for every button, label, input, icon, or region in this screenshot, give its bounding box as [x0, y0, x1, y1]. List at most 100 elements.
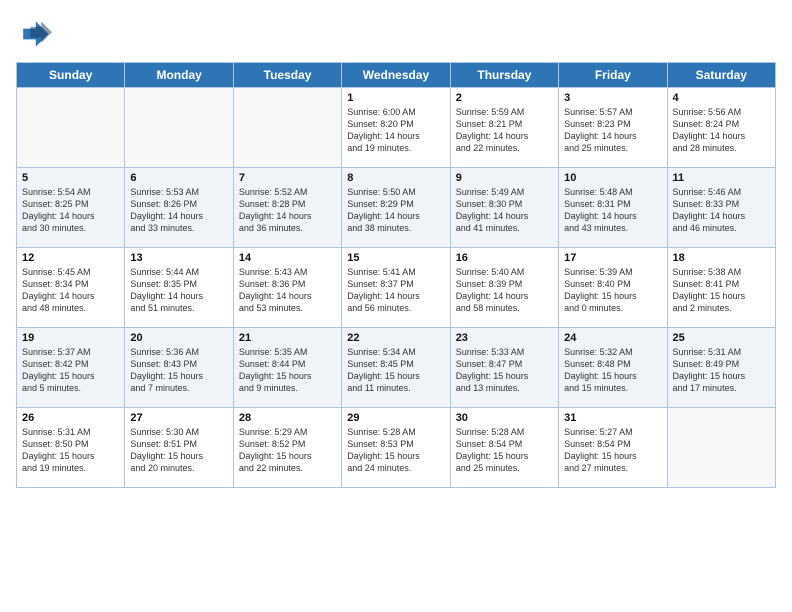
day-info: Sunrise: 5:36 AM Sunset: 8:43 PM Dayligh…: [130, 346, 227, 395]
calendar-day-cell: 11 Sunrise: 5:46 AM Sunset: 8:33 PM Dayli…: [667, 168, 775, 248]
day-info: Sunrise: 5:29 AM Sunset: 8:52 PM Dayligh…: [239, 426, 336, 475]
calendar-day-cell: 19 Sunrise: 5:37 AM Sunset: 8:42 PM Dayli…: [17, 328, 125, 408]
day-info: Sunrise: 5:39 AM Sunset: 8:40 PM Dayligh…: [564, 266, 661, 315]
day-number: 25: [673, 332, 770, 344]
calendar-day-cell: 15 Sunrise: 5:41 AM Sunset: 8:37 PM Dayli…: [342, 248, 450, 328]
logo-icon: [16, 16, 52, 52]
calendar-header-row: SundayMondayTuesdayWednesdayThursdayFrid…: [17, 63, 776, 88]
day-info: Sunrise: 5:32 AM Sunset: 8:48 PM Dayligh…: [564, 346, 661, 395]
day-info: Sunrise: 5:31 AM Sunset: 8:49 PM Dayligh…: [673, 346, 770, 395]
day-number: 11: [673, 172, 770, 184]
calendar-day-cell: [233, 88, 341, 168]
calendar-day-cell: 25 Sunrise: 5:31 AM Sunset: 8:49 PM Dayli…: [667, 328, 775, 408]
calendar-day-cell: 29 Sunrise: 5:28 AM Sunset: 8:53 PM Dayli…: [342, 408, 450, 488]
calendar-day-cell: 27 Sunrise: 5:30 AM Sunset: 8:51 PM Dayli…: [125, 408, 233, 488]
day-info: Sunrise: 5:31 AM Sunset: 8:50 PM Dayligh…: [22, 426, 119, 475]
day-number: 6: [130, 172, 227, 184]
calendar-day-cell: [17, 88, 125, 168]
calendar-week-row: 19 Sunrise: 5:37 AM Sunset: 8:42 PM Dayli…: [17, 328, 776, 408]
day-number: 12: [22, 252, 119, 264]
day-info: Sunrise: 5:45 AM Sunset: 8:34 PM Dayligh…: [22, 266, 119, 315]
day-number: 7: [239, 172, 336, 184]
calendar-day-cell: 23Sunrise: 5:33 AM Sunset: 8:47 PM Dayli…: [450, 328, 558, 408]
day-number: 8: [347, 172, 444, 184]
calendar-day-cell: 31 Sunrise: 5:27 AM Sunset: 8:54 PM Dayli…: [559, 408, 667, 488]
calendar-week-row: 1Sunrise: 6:00 AM Sunset: 8:20 PM Daylig…: [17, 88, 776, 168]
day-info: Sunrise: 5:44 AM Sunset: 8:35 PM Dayligh…: [130, 266, 227, 315]
day-number: 30: [456, 412, 553, 424]
calendar-day-cell: 22 Sunrise: 5:34 AM Sunset: 8:45 PM Dayli…: [342, 328, 450, 408]
calendar-day-cell: 20 Sunrise: 5:36 AM Sunset: 8:43 PM Dayli…: [125, 328, 233, 408]
day-info: Sunrise: 5:50 AM Sunset: 8:29 PM Dayligh…: [347, 186, 444, 235]
calendar-day-cell: 28 Sunrise: 5:29 AM Sunset: 8:52 PM Dayli…: [233, 408, 341, 488]
day-info: Sunrise: 5:40 AM Sunset: 8:39 PM Dayligh…: [456, 266, 553, 315]
day-number: 16: [456, 252, 553, 264]
calendar-day-cell: 21 Sunrise: 5:35 AM Sunset: 8:44 PM Dayli…: [233, 328, 341, 408]
day-info: Sunrise: 5:53 AM Sunset: 8:26 PM Dayligh…: [130, 186, 227, 235]
logo: [16, 16, 54, 52]
calendar-day-cell: 1Sunrise: 6:00 AM Sunset: 8:20 PM Daylig…: [342, 88, 450, 168]
day-info: Sunrise: 5:48 AM Sunset: 8:31 PM Dayligh…: [564, 186, 661, 235]
day-number: 17: [564, 252, 661, 264]
header: [16, 16, 776, 52]
calendar-day-cell: 17 Sunrise: 5:39 AM Sunset: 8:40 PM Dayli…: [559, 248, 667, 328]
day-info: Sunrise: 5:52 AM Sunset: 8:28 PM Dayligh…: [239, 186, 336, 235]
day-number: 10: [564, 172, 661, 184]
day-number: 28: [239, 412, 336, 424]
day-info: Sunrise: 5:37 AM Sunset: 8:42 PM Dayligh…: [22, 346, 119, 395]
day-number: 21: [239, 332, 336, 344]
day-number: 19: [22, 332, 119, 344]
day-of-week-header: Thursday: [450, 63, 558, 88]
day-info: Sunrise: 5:27 AM Sunset: 8:54 PM Dayligh…: [564, 426, 661, 475]
calendar-day-cell: 24 Sunrise: 5:32 AM Sunset: 8:48 PM Dayli…: [559, 328, 667, 408]
day-number: 22: [347, 332, 444, 344]
day-number: 3: [564, 92, 661, 104]
day-info: Sunrise: 5:57 AM Sunset: 8:23 PM Dayligh…: [564, 106, 661, 155]
day-info: Sunrise: 5:35 AM Sunset: 8:44 PM Dayligh…: [239, 346, 336, 395]
day-info: Sunrise: 5:30 AM Sunset: 8:51 PM Dayligh…: [130, 426, 227, 475]
calendar-day-cell: 2Sunrise: 5:59 AM Sunset: 8:21 PM Daylig…: [450, 88, 558, 168]
calendar-day-cell: 13 Sunrise: 5:44 AM Sunset: 8:35 PM Dayli…: [125, 248, 233, 328]
day-number: 14: [239, 252, 336, 264]
day-number: 4: [673, 92, 770, 104]
day-number: 2: [456, 92, 553, 104]
calendar-day-cell: 7 Sunrise: 5:52 AM Sunset: 8:28 PM Daylig…: [233, 168, 341, 248]
day-info: Sunrise: 5:33 AM Sunset: 8:47 PM Dayligh…: [456, 346, 553, 395]
day-number: 29: [347, 412, 444, 424]
day-number: 27: [130, 412, 227, 424]
calendar-day-cell: 3 Sunrise: 5:57 AM Sunset: 8:23 PM Daylig…: [559, 88, 667, 168]
day-of-week-header: Saturday: [667, 63, 775, 88]
day-info: Sunrise: 5:56 AM Sunset: 8:24 PM Dayligh…: [673, 106, 770, 155]
page: SundayMondayTuesdayWednesdayThursdayFrid…: [0, 0, 792, 498]
day-info: Sunrise: 5:46 AM Sunset: 8:33 PM Dayligh…: [673, 186, 770, 235]
calendar-week-row: 12 Sunrise: 5:45 AM Sunset: 8:34 PM Dayli…: [17, 248, 776, 328]
day-of-week-header: Monday: [125, 63, 233, 88]
day-number: 26: [22, 412, 119, 424]
day-number: 20: [130, 332, 227, 344]
day-number: 31: [564, 412, 661, 424]
calendar-day-cell: 4 Sunrise: 5:56 AM Sunset: 8:24 PM Daylig…: [667, 88, 775, 168]
day-number: 15: [347, 252, 444, 264]
calendar-week-row: 26 Sunrise: 5:31 AM Sunset: 8:50 PM Dayli…: [17, 408, 776, 488]
day-number: 24: [564, 332, 661, 344]
calendar-day-cell: 5Sunrise: 5:54 AM Sunset: 8:25 PM Daylig…: [17, 168, 125, 248]
day-info: Sunrise: 5:28 AM Sunset: 8:53 PM Dayligh…: [347, 426, 444, 475]
day-number: 13: [130, 252, 227, 264]
calendar-day-cell: 16 Sunrise: 5:40 AM Sunset: 8:39 PM Dayli…: [450, 248, 558, 328]
day-of-week-header: Friday: [559, 63, 667, 88]
day-info: Sunrise: 5:41 AM Sunset: 8:37 PM Dayligh…: [347, 266, 444, 315]
day-info: Sunrise: 5:28 AM Sunset: 8:54 PM Dayligh…: [456, 426, 553, 475]
calendar-day-cell: 9Sunrise: 5:49 AM Sunset: 8:30 PM Daylig…: [450, 168, 558, 248]
calendar-day-cell: 12 Sunrise: 5:45 AM Sunset: 8:34 PM Dayli…: [17, 248, 125, 328]
day-info: Sunrise: 5:38 AM Sunset: 8:41 PM Dayligh…: [673, 266, 770, 315]
day-number: 18: [673, 252, 770, 264]
day-of-week-header: Wednesday: [342, 63, 450, 88]
calendar-day-cell: 18 Sunrise: 5:38 AM Sunset: 8:41 PM Dayli…: [667, 248, 775, 328]
day-info: Sunrise: 6:00 AM Sunset: 8:20 PM Dayligh…: [347, 106, 444, 155]
day-info: Sunrise: 5:34 AM Sunset: 8:45 PM Dayligh…: [347, 346, 444, 395]
calendar-day-cell: [667, 408, 775, 488]
day-number: 5: [22, 172, 119, 184]
day-number: 9: [456, 172, 553, 184]
calendar-day-cell: 30 Sunrise: 5:28 AM Sunset: 8:54 PM Dayli…: [450, 408, 558, 488]
calendar-day-cell: [125, 88, 233, 168]
